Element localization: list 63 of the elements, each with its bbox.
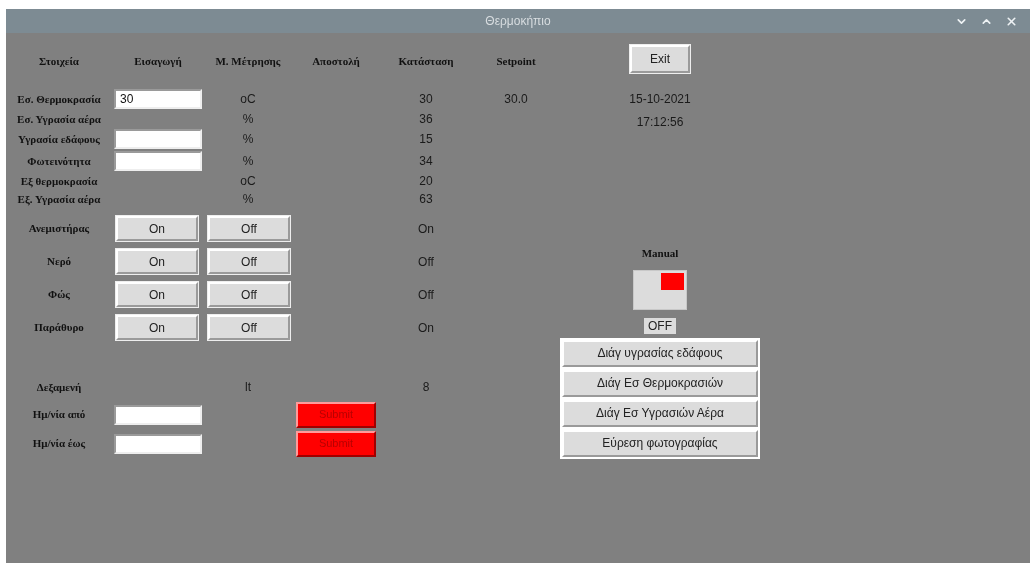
input-field[interactable] xyxy=(114,129,202,149)
status-value: On xyxy=(417,220,435,238)
input-field[interactable] xyxy=(114,151,202,171)
sensor-label: Υγρασία εδάφους xyxy=(17,131,101,147)
time-text: 17:12:56 xyxy=(636,114,684,131)
column-header: Εισαγωγή xyxy=(133,53,183,69)
chart-button[interactable]: Διάγ Εσ Θερμοκρασιών xyxy=(562,369,758,397)
device-label: Ανεμιστήρας xyxy=(27,221,91,237)
date-label: Ημ/νία από xyxy=(31,407,87,423)
input-field[interactable] xyxy=(114,433,202,454)
on-button[interactable]: On xyxy=(116,216,198,241)
chart-button[interactable]: Διάγ υγρασίας εδάφους xyxy=(562,339,758,367)
manual-state: OFF xyxy=(644,317,676,334)
status-value: 36 xyxy=(418,111,434,128)
device-label: Νερό xyxy=(46,254,72,270)
status-value: Off xyxy=(417,286,435,304)
off-button[interactable]: Off xyxy=(208,216,290,241)
status-value: 20 xyxy=(418,173,434,190)
sensor-label: Φωτεινότητα xyxy=(26,153,92,169)
manual-label: Manual xyxy=(641,246,679,261)
column-header: Μ. Μέτρησης xyxy=(214,53,282,69)
column-header: Setpoint xyxy=(495,53,537,69)
input-field[interactable] xyxy=(114,404,202,425)
sensor-label: Εσ. Υγρασία αέρα xyxy=(16,111,102,127)
device-label: Παράθυρο xyxy=(33,320,85,336)
unit-text: oC xyxy=(239,173,257,190)
date-label: Ημ/νία έως xyxy=(31,436,87,452)
unit-text: % xyxy=(241,131,255,148)
setpoint-value: 30.0 xyxy=(503,91,529,108)
sensor-label: Εξ θερμοκρασία xyxy=(19,173,99,190)
input-field[interactable]: 30 xyxy=(114,89,202,109)
manual-toggle[interactable] xyxy=(633,269,687,310)
column-header: Κατάσταση xyxy=(397,53,455,69)
unit-text: % xyxy=(241,111,255,128)
status-value: 15 xyxy=(418,131,434,148)
chart-button[interactable]: Εύρεση φωτογραφίας xyxy=(562,429,758,457)
status-value: 8 xyxy=(421,379,431,396)
status-value: 30 xyxy=(418,91,434,108)
off-button[interactable]: Off xyxy=(208,282,290,307)
tank-label: Δεξαμενή xyxy=(35,379,83,396)
unit-text: lt xyxy=(244,379,252,396)
unit-text: % xyxy=(241,153,255,170)
status-value: On xyxy=(417,319,435,337)
off-button[interactable]: Off xyxy=(208,315,290,340)
close-icon[interactable] xyxy=(1005,14,1018,28)
off-button[interactable]: Off xyxy=(208,249,290,274)
chart-button[interactable]: Διάγ Εσ Υγρασιών Αέρα xyxy=(562,399,758,427)
status-value: 34 xyxy=(418,153,434,170)
window-title: Θερμοκήπιο xyxy=(485,13,551,30)
column-header: Αποστολή xyxy=(311,53,361,69)
device-label: Φώς xyxy=(47,287,71,303)
unit-text: oC xyxy=(239,91,257,108)
status-value: 63 xyxy=(418,191,434,208)
on-button[interactable]: On xyxy=(116,249,198,274)
column-header: Στοιχεία xyxy=(38,53,80,69)
exit-button[interactable]: Exit xyxy=(630,45,690,73)
on-button[interactable]: On xyxy=(116,282,198,307)
sensor-label: Εξ. Υγρασία αέρα xyxy=(16,191,102,208)
date-text: 15-10-2021 xyxy=(629,91,691,108)
status-value: Off xyxy=(417,253,435,271)
sensor-label: Εσ. Θερμοκρασία xyxy=(16,91,102,107)
on-button[interactable]: On xyxy=(116,315,198,340)
unit-text: % xyxy=(241,191,255,208)
